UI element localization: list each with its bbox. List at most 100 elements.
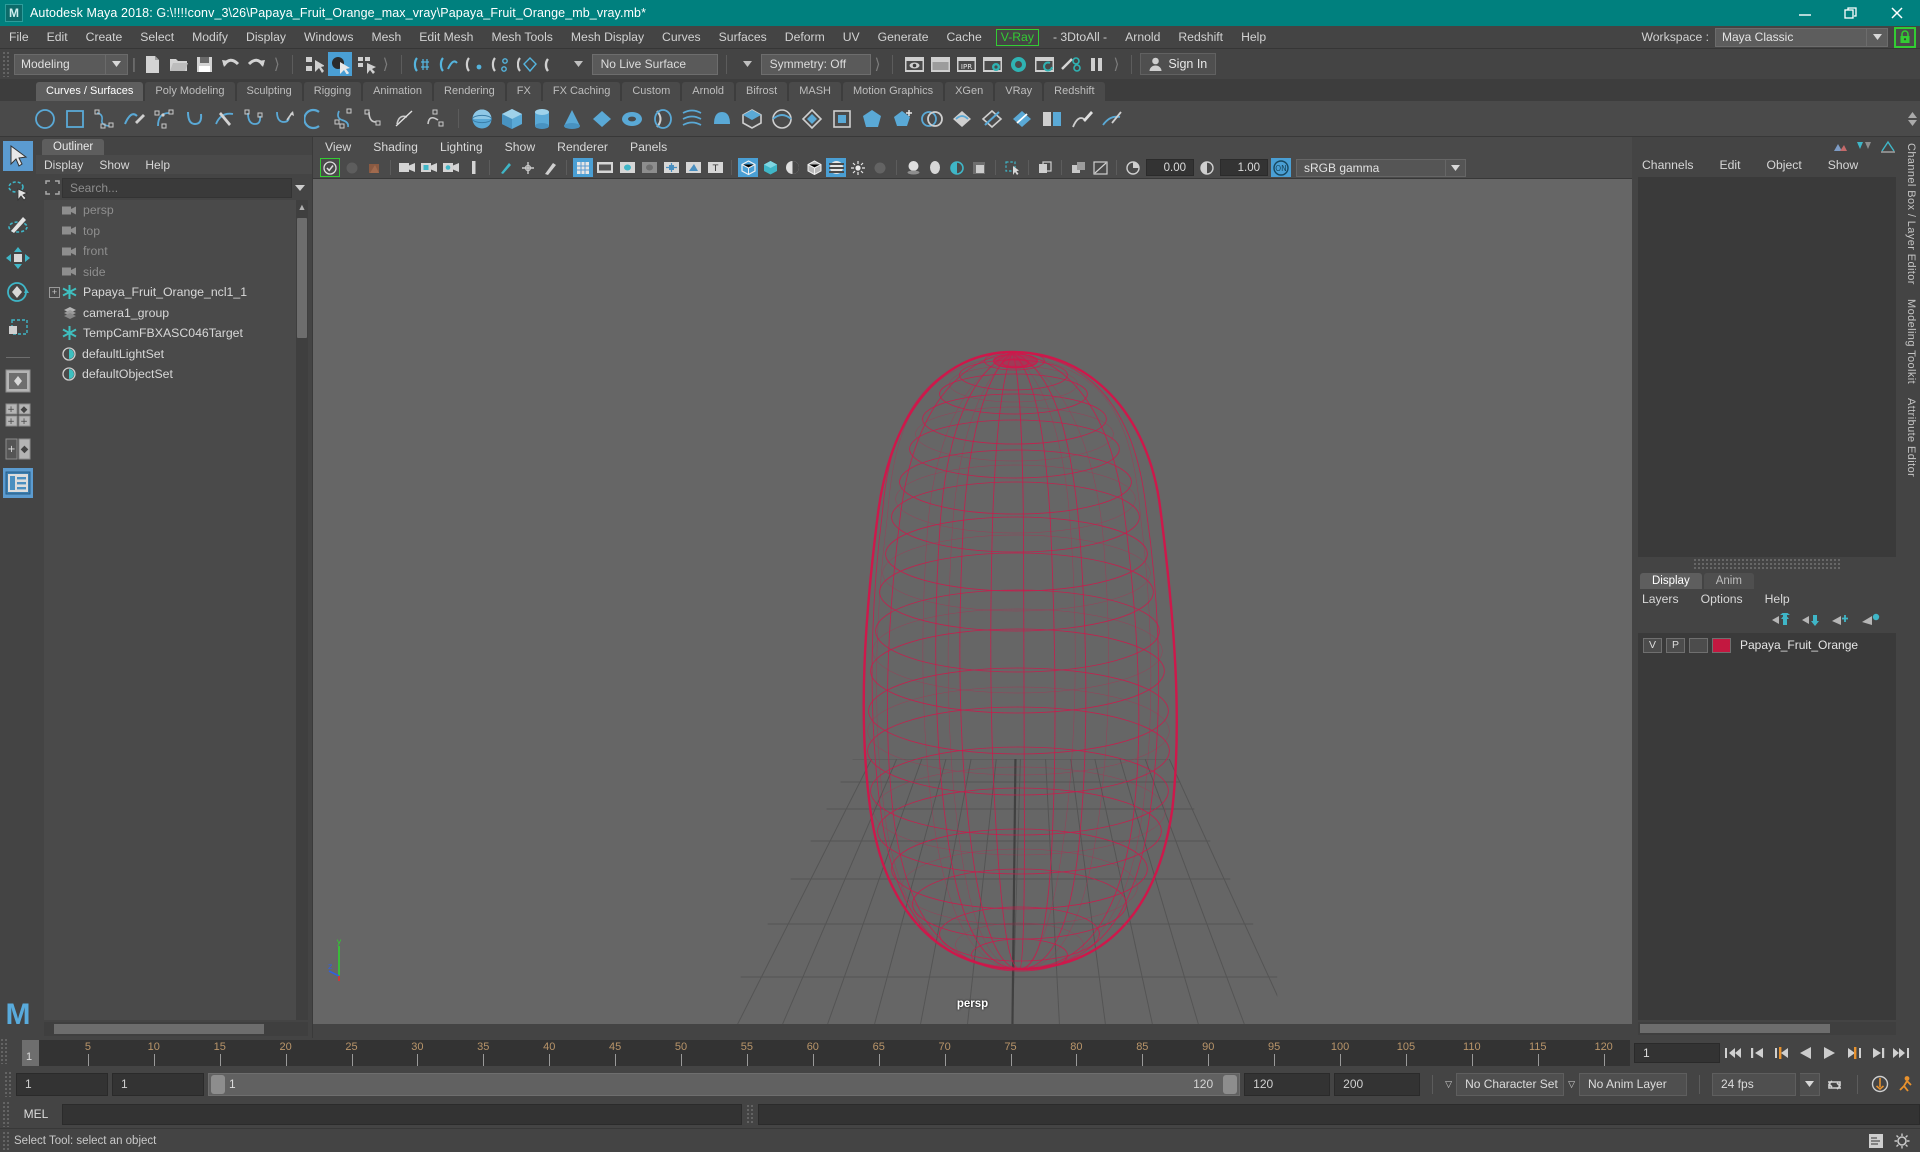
shelf-tab-animation[interactable]: Animation xyxy=(363,82,433,101)
outliner-vertical-scrollbar[interactable]: ▲ xyxy=(296,200,308,1020)
menu-item-windows[interactable]: Windows xyxy=(295,26,362,49)
outliner-item-top[interactable]: top xyxy=(44,221,308,242)
selection-bracket-icon[interactable] xyxy=(42,178,62,197)
menu-item-uv[interactable]: UV xyxy=(834,26,869,49)
rotate-tool-icon[interactable] xyxy=(3,277,33,307)
open-scene-icon[interactable] xyxy=(167,52,191,76)
menu-set-select[interactable]: Modeling xyxy=(14,53,106,75)
cone-icon[interactable] xyxy=(558,104,586,134)
menu-item-deform[interactable]: Deform xyxy=(776,26,834,49)
bevel-icon[interactable] xyxy=(858,104,886,134)
viewport-canvas[interactable]: y z persp xyxy=(313,179,1632,1024)
step-back-keyframe-icon[interactable] xyxy=(1747,1042,1768,1064)
select-tool-icon[interactable] xyxy=(3,141,33,171)
menu-item-curves[interactable]: Curves xyxy=(653,26,710,49)
sphere-icon[interactable] xyxy=(468,104,496,134)
channel-menu-object[interactable]: Object xyxy=(1767,158,1802,172)
pause-render-icon[interactable] xyxy=(1084,52,1108,76)
playback-speed-chevron-down-icon[interactable] xyxy=(1800,1072,1820,1096)
smooth-shade-all-icon[interactable] xyxy=(760,158,780,177)
scale-tool-icon[interactable] xyxy=(3,311,33,341)
menu-item-arnold[interactable]: Arnold xyxy=(1116,26,1169,49)
layer-state-toggle[interactable] xyxy=(1689,637,1708,653)
symmetry-chevron-down-icon[interactable] xyxy=(736,52,760,76)
menu-item-create[interactable]: Create xyxy=(77,26,132,49)
viewport-menu-lighting[interactable]: Lighting xyxy=(440,140,483,154)
curve-edit-icon[interactable] xyxy=(241,104,269,134)
display-layer-list[interactable]: V P Papaya_Fruit_Orange xyxy=(1638,632,1896,1020)
stitch-surfaces-icon[interactable] xyxy=(1038,104,1066,134)
gear-icon[interactable] xyxy=(1894,1133,1910,1149)
gate-mask-icon[interactable] xyxy=(639,158,659,177)
shelf-tab-arnold[interactable]: Arnold xyxy=(682,82,735,101)
bookmark-flag-icon[interactable] xyxy=(463,158,483,177)
command-output-field[interactable] xyxy=(758,1103,1920,1125)
snap-to-grid-icon[interactable] xyxy=(411,52,435,76)
detach-curve-icon[interactable] xyxy=(331,104,359,134)
command-input-field[interactable] xyxy=(62,1103,742,1125)
time-slider[interactable]: 1 5 10 15 20 25 30 35 40 45 50 55 60 65 70 75 80 85 90 95 1… xyxy=(22,1040,1630,1066)
select-camera-icon[interactable] xyxy=(320,158,340,177)
gamma-value-field[interactable]: 1.00 xyxy=(1220,159,1268,176)
render-sequence-icon[interactable] xyxy=(1032,52,1056,76)
layer-tab-display[interactable]: Display xyxy=(1640,572,1702,589)
go-to-end-icon[interactable] xyxy=(1891,1042,1912,1064)
range-slider[interactable]: 1 120 xyxy=(208,1072,1241,1096)
wireframe-on-shaded-icon[interactable] xyxy=(804,158,824,177)
animation-preferences-icon[interactable] xyxy=(1870,1073,1891,1095)
planar-icon[interactable] xyxy=(708,104,736,134)
toolbar-grip-handle[interactable] xyxy=(2,51,10,77)
shelf-tab-rendering[interactable]: Rendering xyxy=(434,82,505,101)
snap-to-curve-icon[interactable] xyxy=(437,52,461,76)
torus-icon[interactable] xyxy=(618,104,646,134)
menu-item-modify[interactable]: Modify xyxy=(183,26,237,49)
character-icon[interactable] xyxy=(1895,1073,1916,1095)
select-by-hierarchy-icon[interactable] xyxy=(302,52,326,76)
shelf-tab-rigging[interactable]: Rigging xyxy=(303,82,362,101)
ep-curve-icon[interactable] xyxy=(151,104,179,134)
untrim-surfaces-icon[interactable] xyxy=(1008,104,1036,134)
rail-label-modeling-toolkit[interactable]: Modeling Toolkit xyxy=(1905,299,1917,384)
layer-color-swatch[interactable] xyxy=(1712,637,1731,653)
script-editor-icon[interactable] xyxy=(1868,1133,1884,1149)
outliner-item-camera1-group[interactable]: camera1_group xyxy=(44,303,308,324)
display-layer-row[interactable]: V P Papaya_Fruit_Orange xyxy=(1643,637,1891,654)
shelf-tab-curves-surfaces[interactable]: Curves / Surfaces xyxy=(36,82,144,101)
bevel-plus-icon[interactable] xyxy=(888,104,916,134)
exposure-control-icon[interactable] xyxy=(661,158,681,177)
two-pane-layout-icon[interactable]: + ◆ xyxy=(3,434,33,464)
render-current-frame-icon[interactable] xyxy=(902,52,926,76)
grid-toggle-icon[interactable] xyxy=(573,158,593,177)
menu-item-mesh-display[interactable]: Mesh Display xyxy=(562,26,653,49)
layer-visibility-toggle[interactable]: V xyxy=(1643,637,1662,653)
attach-curve-icon[interactable] xyxy=(271,104,299,134)
move-tool-icon[interactable] xyxy=(3,243,33,273)
menu-item-3dtoall[interactable]: - 3DtoAll - xyxy=(1044,26,1116,49)
shelf-tab-custom[interactable]: Custom xyxy=(622,82,681,101)
shadows-icon[interactable] xyxy=(870,158,890,177)
square-icon[interactable] xyxy=(61,104,89,134)
outliner-item-papaya-fruit-orange-ncl1-1[interactable]: + Papaya_Fruit_Orange_ncl1_1 xyxy=(44,282,308,303)
shelf-tab-vray[interactable]: VRay xyxy=(995,82,1043,101)
anim-layer-chevron-down-icon[interactable]: ▽ xyxy=(1568,1079,1575,1090)
range-slider-grip[interactable] xyxy=(4,1071,12,1097)
shelf-tab-bifrost[interactable]: Bifrost xyxy=(736,82,788,101)
step-back-frame-icon[interactable] xyxy=(1771,1042,1792,1064)
use-all-lights-icon[interactable] xyxy=(848,158,868,177)
outliner-list[interactable]: persp top front side + Papaya_Fruit_Oran… xyxy=(44,200,308,1020)
current-frame-field[interactable]: 1 xyxy=(1634,1043,1720,1063)
menu-item-edit-mesh[interactable]: Edit Mesh xyxy=(410,26,482,49)
restore-icon[interactable] xyxy=(1828,0,1874,26)
outliner-search-chevron-down-icon[interactable] xyxy=(292,184,308,191)
select-by-object-type-icon[interactable] xyxy=(327,52,352,76)
close-icon[interactable] xyxy=(1874,0,1920,26)
camera-bookmark-icon[interactable] xyxy=(397,158,417,177)
color-management-toggle-icon[interactable]: ON xyxy=(1271,158,1291,177)
panel-splitter-grip[interactable] xyxy=(1692,558,1842,569)
time-slider-cursor[interactable]: 1 xyxy=(22,1040,39,1066)
texture-shading-icon[interactable] xyxy=(826,158,846,177)
range-slider-right-handle[interactable] xyxy=(1223,1074,1238,1094)
snap-to-point-icon[interactable] xyxy=(463,52,487,76)
live-surface-field[interactable]: No Live Surface xyxy=(591,53,718,75)
lock-camera-icon[interactable] xyxy=(342,158,362,177)
